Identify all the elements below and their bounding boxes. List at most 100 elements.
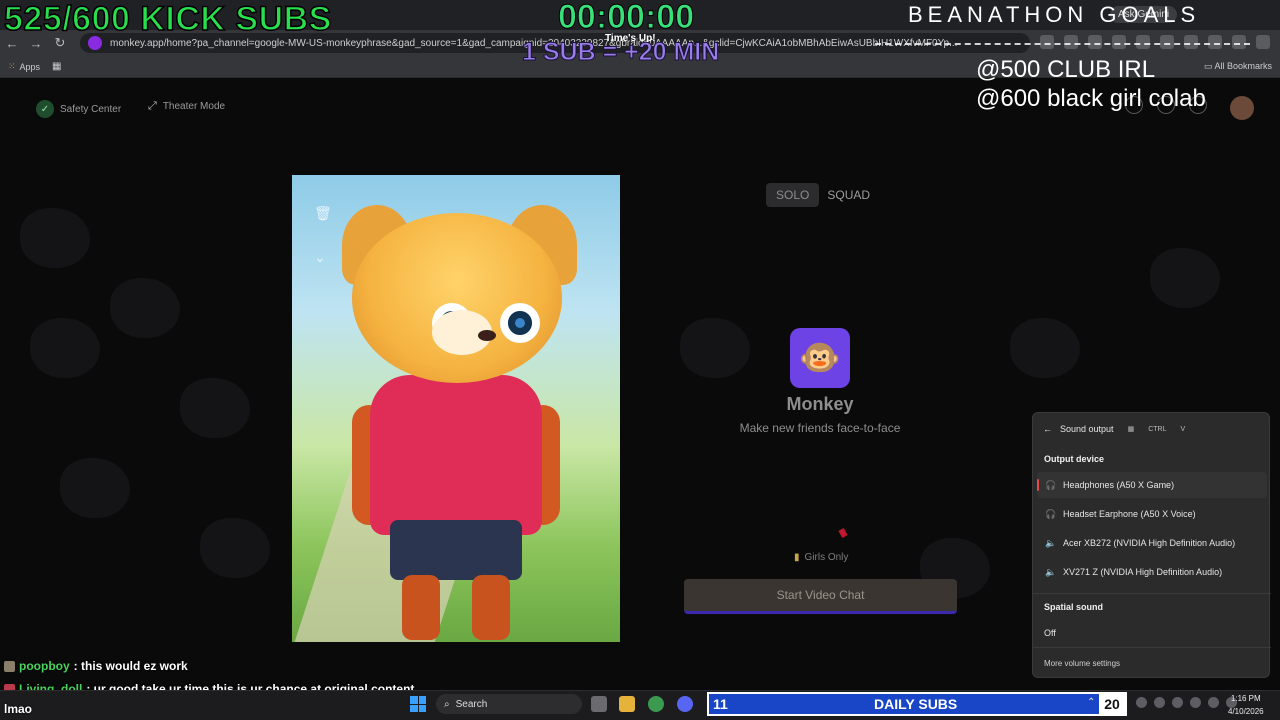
right-leg xyxy=(472,575,510,640)
sound-output-title: Sound output xyxy=(1060,424,1114,434)
device-option-xv271[interactable]: 🔈 XV271 Z (NVIDIA High Definition Audio) xyxy=(1037,559,1267,585)
output-device-heading: Output device xyxy=(1044,454,1105,464)
chat-text: lmao xyxy=(4,702,33,716)
discord-icon[interactable] xyxy=(677,696,693,712)
extension-icons xyxy=(1040,35,1270,49)
taskbar-clock[interactable]: 1:16 PM 4/10/2026 xyxy=(1228,692,1264,718)
folder-icon: ▭ xyxy=(1204,61,1213,71)
more-volume-settings-link[interactable]: More volume settings xyxy=(1044,659,1120,668)
nose xyxy=(478,330,496,341)
avatar[interactable] xyxy=(1230,96,1254,120)
clock-date: 4/10/2026 xyxy=(1228,707,1264,716)
microphone-icon[interactable] xyxy=(1190,697,1201,708)
tray-overflow-icon[interactable]: ⌃ xyxy=(1087,697,1095,708)
tab-solo[interactable]: SOLO xyxy=(766,183,820,207)
dashed-divider xyxy=(875,43,1250,45)
sound-output-header: ← Sound output ▦ CTRL V xyxy=(1043,424,1185,434)
app-tagline: Make new friends face-to-face xyxy=(739,421,901,435)
windows-start-icon[interactable] xyxy=(410,696,426,712)
daily-subs-label: DAILY SUBS xyxy=(874,696,958,712)
daily-subs-bar: 11 DAILY SUBS 20 xyxy=(707,692,1127,716)
back-arrow-icon[interactable]: ← xyxy=(1043,424,1052,434)
task-view-icon[interactable] xyxy=(591,696,607,712)
theater-mode-label: Theater Mode xyxy=(162,101,226,112)
keyboard-icon: ▦ xyxy=(1127,426,1135,433)
lock-icon: ▮ xyxy=(794,552,800,563)
device-label: XV271 Z (NVIDIA High Definition Audio) xyxy=(1063,567,1223,577)
device-label: Headset Earphone (A50 X Voice) xyxy=(1063,509,1196,519)
user-badge-icon xyxy=(4,660,15,672)
file-explorer-icon[interactable] xyxy=(619,696,635,712)
shorts xyxy=(390,520,522,580)
extension-icon[interactable] xyxy=(1064,35,1078,49)
system-tray xyxy=(1136,697,1237,708)
spatial-sound-value[interactable]: Off xyxy=(1044,628,1056,638)
all-bookmarks-button[interactable]: ▭ All Bookmarks xyxy=(1204,61,1272,72)
daily-subs-current: 11 xyxy=(713,696,728,712)
extension-icon[interactable] xyxy=(1184,35,1198,49)
safety-center-label: Safety Center xyxy=(60,103,122,115)
shield-icon: ✓ xyxy=(36,100,54,118)
taskbar-search-label: Search xyxy=(455,698,488,710)
device-option-headphones[interactable]: 🎧 Headphones (A50 X Game) xyxy=(1037,472,1267,498)
clock-time: 1:16 PM xyxy=(1230,694,1261,703)
background-blob xyxy=(60,458,130,518)
background-blob xyxy=(1150,248,1220,308)
device-option-acer[interactable]: 🔈 Acer XB272 (NVIDIA High Definition Aud… xyxy=(1037,530,1267,556)
extension-icon[interactable] xyxy=(1208,35,1222,49)
girls-only-toggle[interactable]: ▮ Girls Only xyxy=(794,552,848,563)
shortcut-key: V xyxy=(1180,425,1186,433)
chrome-icon[interactable] xyxy=(648,696,664,712)
sub-rule-label: 1 SUB = +20 MIN xyxy=(521,38,720,67)
app-name: Monkey xyxy=(786,394,854,414)
chat-message: lmao xyxy=(4,702,32,716)
divider xyxy=(1033,647,1271,648)
headphones-icon: 🎧 xyxy=(1045,479,1057,490)
mode-switch: SOLO SQUAD xyxy=(766,183,874,207)
search-icon: ⌕ xyxy=(444,698,450,710)
extension-icon[interactable] xyxy=(1160,35,1174,49)
bluetooth-icon[interactable] xyxy=(1136,697,1147,708)
extension-icon[interactable] xyxy=(1088,35,1102,49)
background-blob xyxy=(20,208,90,268)
device-label: Headphones (A50 X Game) xyxy=(1063,480,1175,490)
extension-icon[interactable] xyxy=(1136,35,1150,49)
daily-subs-goal: 20 xyxy=(1099,694,1125,714)
chat-text: : this would ez work xyxy=(73,659,188,673)
background-blob xyxy=(110,278,180,338)
tab-groups-icon[interactable]: ▦ xyxy=(52,61,61,72)
start-video-chat-button[interactable]: Start Video Chat xyxy=(684,579,957,614)
theater-mode-button[interactable]: ⤢ Theater Mode xyxy=(148,100,225,113)
security-icon[interactable] xyxy=(1172,697,1183,708)
divider xyxy=(1033,593,1271,594)
trash-icon[interactable]: 🗑 xyxy=(314,205,332,222)
bookmark-apps-label: Apps xyxy=(19,61,41,72)
wifi-icon[interactable] xyxy=(1208,697,1219,708)
tray-app-icon[interactable] xyxy=(1154,697,1165,708)
tab-squad[interactable]: SQUAD xyxy=(823,183,874,207)
extension-icon[interactable] xyxy=(1256,35,1270,49)
safety-center-link[interactable]: ✓ Safety Center xyxy=(36,100,121,118)
goal-item: @600 black girl colab xyxy=(976,85,1206,112)
device-label: Acer XB272 (NVIDIA High Definition Audio… xyxy=(1063,538,1236,548)
taskbar-search[interactable]: ⌕ Search xyxy=(436,694,582,714)
expand-icon: ⤢ xyxy=(148,100,157,112)
headset-icon: 🎧 xyxy=(1045,508,1057,519)
extension-icon[interactable] xyxy=(1232,35,1246,49)
mouse-cursor-icon xyxy=(838,528,848,538)
extension-icon[interactable] xyxy=(1040,35,1054,49)
extension-icon[interactable] xyxy=(1112,35,1126,49)
bookmark-apps[interactable]: ⁙ Apps xyxy=(8,61,40,72)
apps-grid-icon: ⁙ xyxy=(8,61,16,71)
subathon-timer: 00:00:00 xyxy=(557,0,695,37)
kick-subs-counter: 525/600 KICK SUBS xyxy=(3,0,332,39)
sound-output-panel: ← Sound output ▦ CTRL V Output device 🎧 … xyxy=(1032,412,1271,678)
right-eye xyxy=(500,303,540,343)
all-bookmarks-label: All Bookmarks xyxy=(1214,61,1273,71)
chevron-down-icon[interactable]: ⌄ xyxy=(314,249,326,266)
left-leg xyxy=(402,575,440,640)
screen: Ask Gemini ← → ↻ monkey.app/home?pa_chan… xyxy=(0,0,1280,720)
camera-preview: 🗑 ⌄ xyxy=(292,175,620,642)
device-option-headset[interactable]: 🎧 Headset Earphone (A50 X Voice) xyxy=(1037,501,1267,527)
chat-username: poopboy xyxy=(19,659,70,673)
